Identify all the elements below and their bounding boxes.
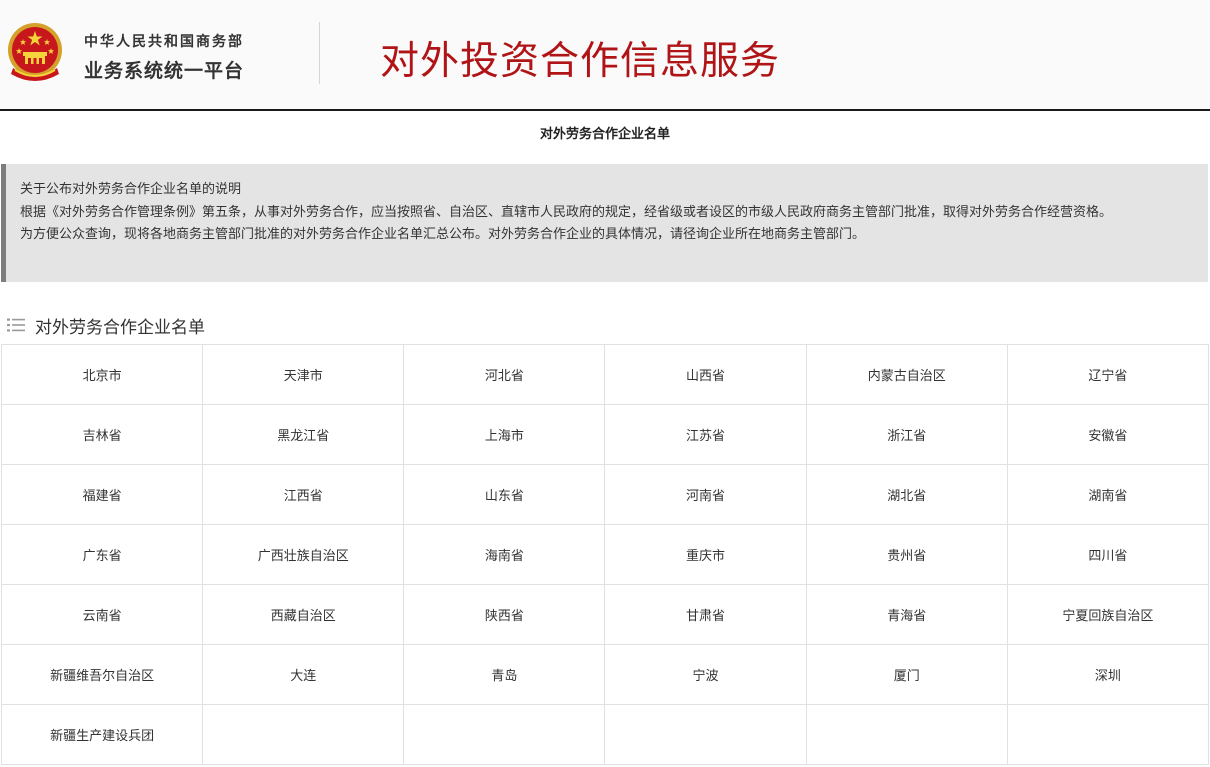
region-link[interactable]: 重庆市 xyxy=(604,524,807,585)
region-link[interactable]: 湖北省 xyxy=(805,464,1008,525)
region-table: 北京市 天津市 河北省 山西省 内蒙古自治区 辽宁省 吉林省 黑龙江省 上海市 江苏省 浙江省 安徽省… xyxy=(0,344,1210,765)
region-row: 北京市 天津市 河北省 山西省 内蒙古自治区 辽宁省 xyxy=(0,344,1210,405)
section-title: 对外劳务合作企业名单 xyxy=(35,317,205,338)
empty-cell xyxy=(1006,704,1210,765)
region-link[interactable]: 天津市 xyxy=(202,344,405,405)
platform-name: 业务系统统一平台 xyxy=(84,60,245,82)
region-link[interactable]: 湖南省 xyxy=(1006,464,1210,525)
region-row: 广东省 广西壮族自治区 海南省 重庆市 贵州省 四川省 xyxy=(0,524,1210,585)
region-link[interactable]: 上海市 xyxy=(403,404,606,465)
region-link[interactable]: 浙江省 xyxy=(805,404,1008,465)
empty-cell xyxy=(805,704,1008,765)
national-emblem-icon xyxy=(8,23,62,81)
region-link[interactable]: 青岛 xyxy=(403,644,606,705)
region-link[interactable]: 贵州省 xyxy=(805,524,1008,585)
region-link[interactable]: 广东省 xyxy=(0,524,204,585)
notice-heading: 关于公布对外劳务合作企业名单的说明 xyxy=(20,182,242,197)
region-link[interactable]: 黑龙江省 xyxy=(202,404,405,465)
region-link[interactable]: 河北省 xyxy=(403,344,606,405)
region-link[interactable]: 山西省 xyxy=(604,344,807,405)
notice-box: 关于公布对外劳务合作企业名单的说明 根据《对外劳务合作管理条例》第五条，从事对外… xyxy=(1,164,1208,282)
region-link[interactable]: 大连 xyxy=(202,644,405,705)
region-link[interactable]: 山东省 xyxy=(403,464,606,525)
region-link[interactable]: 江西省 xyxy=(202,464,405,525)
empty-cell xyxy=(604,704,807,765)
region-link[interactable]: 深圳 xyxy=(1006,644,1210,705)
region-link[interactable]: 江苏省 xyxy=(604,404,807,465)
region-row: 福建省 江西省 山东省 河南省 湖北省 湖南省 xyxy=(0,464,1210,525)
region-link[interactable]: 北京市 xyxy=(0,344,204,405)
region-row: 新疆生产建设兵团 xyxy=(0,704,1210,765)
region-link[interactable]: 内蒙古自治区 xyxy=(805,344,1008,405)
region-link[interactable]: 西藏自治区 xyxy=(202,584,405,645)
list-icon xyxy=(7,318,25,332)
region-row: 吉林省 黑龙江省 上海市 江苏省 浙江省 安徽省 xyxy=(0,404,1210,465)
region-link[interactable]: 宁夏回族自治区 xyxy=(1006,584,1210,645)
region-table-body: 北京市 天津市 河北省 山西省 内蒙古自治区 辽宁省 吉林省 黑龙江省 上海市 江苏省 浙江省 安徽省… xyxy=(0,344,1210,765)
region-link[interactable]: 广西壮族自治区 xyxy=(202,524,405,585)
region-link[interactable]: 云南省 xyxy=(0,584,204,645)
region-link[interactable]: 河南省 xyxy=(604,464,807,525)
region-link[interactable]: 福建省 xyxy=(0,464,204,525)
region-link[interactable]: 厦门 xyxy=(805,644,1008,705)
region-link[interactable]: 新疆生产建设兵团 xyxy=(0,704,204,765)
region-link[interactable]: 青海省 xyxy=(805,584,1008,645)
region-link[interactable]: 四川省 xyxy=(1006,524,1210,585)
notice-paragraph: 根据《对外劳务合作管理条例》第五条，从事对外劳务合作，应当按照省、自治区、直辖市… xyxy=(20,204,1113,220)
region-link[interactable]: 海南省 xyxy=(403,524,606,585)
header-divider xyxy=(319,22,320,84)
region-link[interactable]: 新疆维吾尔自治区 xyxy=(0,644,204,705)
page-title: 对外劳务合作企业名单 xyxy=(539,127,670,142)
region-row: 云南省 西藏自治区 陕西省 甘肃省 青海省 宁夏回族自治区 xyxy=(0,584,1210,645)
empty-cell xyxy=(202,704,405,765)
notice-paragraph: 为方便公众查询，现将各地商务主管部门批准的对外劳务合作企业名单汇总公布。对外劳务… xyxy=(20,227,866,242)
region-link[interactable]: 吉林省 xyxy=(0,404,204,465)
empty-cell xyxy=(403,704,606,765)
region-link[interactable]: 甘肃省 xyxy=(604,584,807,645)
site-header: 中华人民共和国商务部 业务系统统一平台 对外投资合作信息服务 xyxy=(0,0,1210,111)
region-link[interactable]: 宁波 xyxy=(604,644,807,705)
region-link[interactable]: 陕西省 xyxy=(403,584,606,645)
region-link[interactable]: 辽宁省 xyxy=(1006,344,1210,405)
section-heading: 对外劳务合作企业名单 xyxy=(7,313,205,338)
service-title: 对外投资合作信息服务 xyxy=(380,39,781,84)
region-link[interactable]: 安徽省 xyxy=(1006,404,1210,465)
ministry-name: 中华人民共和国商务部 xyxy=(84,34,244,50)
region-row: 新疆维吾尔自治区 大连 青岛 宁波 厦门 深圳 xyxy=(0,644,1210,705)
